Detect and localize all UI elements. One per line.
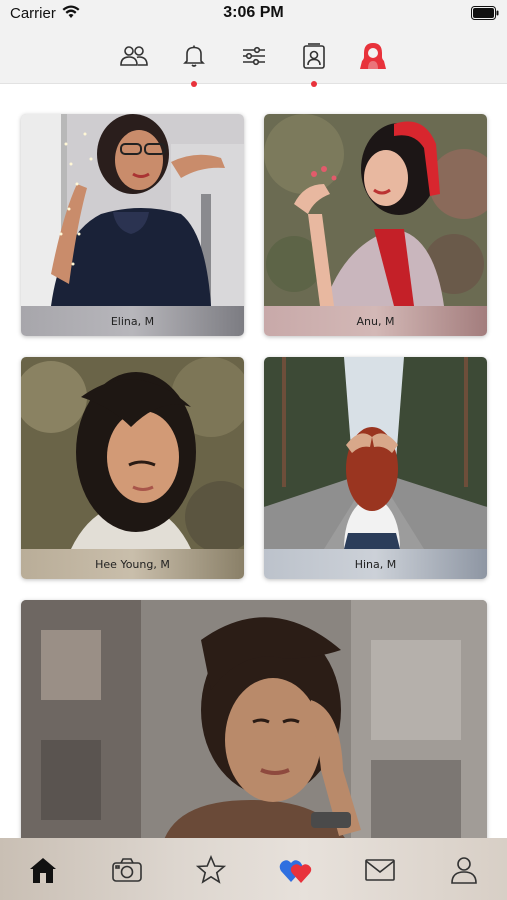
tab-bar xyxy=(0,838,507,900)
profile-icon[interactable] xyxy=(446,852,482,888)
contact-card-icon[interactable] xyxy=(298,40,330,87)
bell-notification-dot xyxy=(191,81,197,87)
mail-icon[interactable] xyxy=(362,852,398,888)
battery-icon xyxy=(471,6,499,25)
profile-card[interactable]: Hee Young, M xyxy=(21,357,244,579)
profile-photo xyxy=(264,357,487,549)
top-navigation xyxy=(0,28,507,87)
profile-card[interactable]: Hina, M xyxy=(264,357,487,579)
user-hood-icon[interactable] xyxy=(357,40,389,72)
profile-photo xyxy=(21,600,487,850)
profile-name: Anu, M xyxy=(264,306,487,336)
contact-notification-dot xyxy=(311,81,317,87)
profile-card[interactable]: Anu, M xyxy=(264,114,487,336)
star-icon[interactable] xyxy=(193,852,229,888)
hearts-icon[interactable] xyxy=(278,852,314,888)
status-bar: Carrier 3:06 PM xyxy=(0,0,507,28)
camera-icon[interactable] xyxy=(109,852,145,888)
profile-name: Hina, M xyxy=(264,549,487,579)
profile-name: Elina, M xyxy=(21,306,244,336)
profile-photo xyxy=(264,114,487,306)
home-icon[interactable] xyxy=(25,852,61,888)
profile-photo xyxy=(21,114,244,306)
profile-card[interactable] xyxy=(21,600,487,850)
profile-name: Hee Young, M xyxy=(21,549,244,579)
bell-icon[interactable] xyxy=(178,40,210,87)
status-time: 3:06 PM xyxy=(223,4,284,21)
profile-photo xyxy=(21,357,244,549)
profile-card[interactable]: Elina, M xyxy=(21,114,244,336)
people-icon[interactable] xyxy=(118,40,150,72)
sliders-icon[interactable] xyxy=(238,40,270,72)
